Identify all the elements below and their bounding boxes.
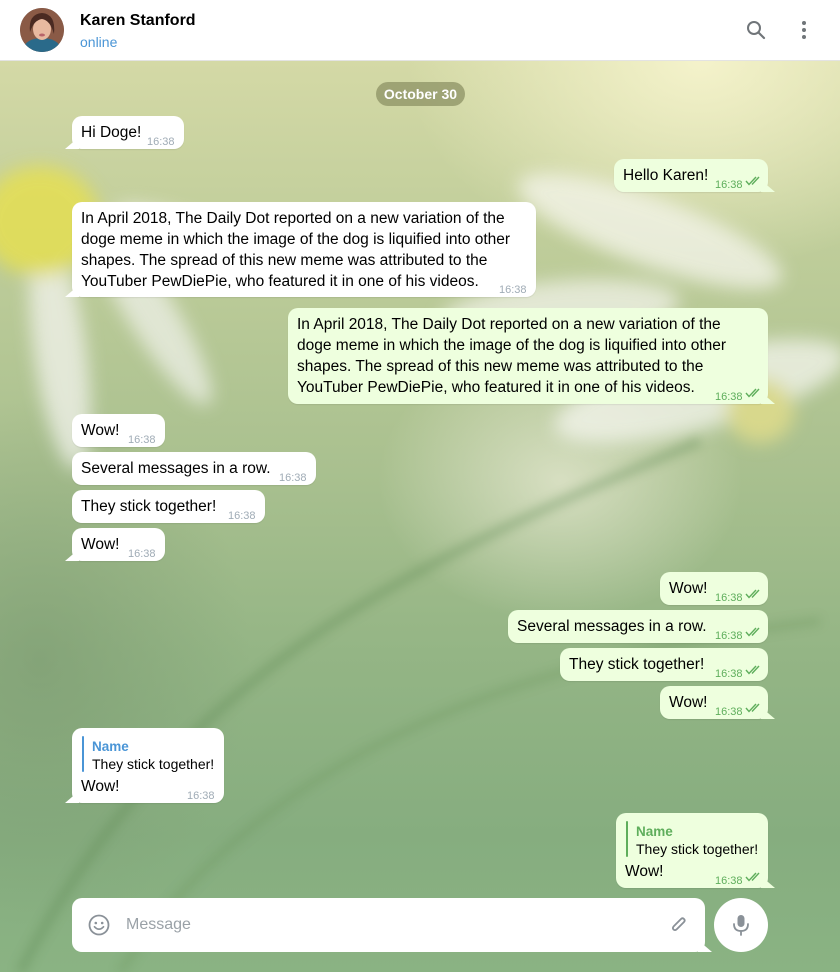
message-text: Several messages in a row. (517, 618, 707, 635)
message-time: 16:38 (128, 434, 156, 446)
message-text: Wow! (669, 580, 708, 597)
message-bubble-incoming[interactable]: Wow! 16:38 (72, 528, 165, 561)
chat-header: Karen Stanford online (0, 0, 840, 61)
reply-bar (626, 821, 628, 857)
message-bubble-incoming[interactable]: Hi Doge! 16:38 (72, 116, 184, 149)
double-check-icon (745, 388, 760, 398)
message-bubble-incoming[interactable]: Several messages in a row. 16:38 (72, 452, 316, 485)
chat-area[interactable]: October 30 Hi Doge! 16:38 Hello Karen! 1… (0, 61, 840, 972)
double-check-icon (745, 589, 760, 599)
message-text: Hi Doge! (81, 124, 142, 141)
message-bubble-incoming[interactable]: Wow! 16:38 (72, 414, 165, 447)
message-time: 16:38 (499, 284, 527, 296)
message-text: They stick together! (569, 656, 705, 673)
message-time: 16:38 (715, 630, 743, 642)
message-composer (72, 898, 705, 952)
message-bubble-outgoing[interactable]: In April 2018, The Daily Dot reported on… (288, 308, 768, 404)
message-text: Wow! (81, 536, 120, 553)
emoji-icon[interactable] (86, 912, 112, 938)
date-divider: October 30 (376, 82, 465, 106)
attach-icon[interactable] (666, 912, 692, 938)
message-bubble-outgoing-reply[interactable]: Name They stick together! Wow! 16:38 (616, 813, 768, 888)
message-bubble-outgoing[interactable]: Several messages in a row. 16:38 (508, 610, 768, 643)
message-time: 16:38 (147, 136, 175, 148)
message-input[interactable] (126, 910, 656, 940)
message-text: Hello Karen! (623, 167, 709, 184)
message-time: 16:38 (715, 668, 743, 680)
message-time: 16:38 (715, 592, 743, 604)
search-icon[interactable] (742, 16, 770, 44)
more-vertical-icon[interactable] (790, 16, 818, 44)
message-bubble-outgoing[interactable]: They stick together! 16:38 (560, 648, 768, 681)
message-time: 16:38 (715, 391, 743, 403)
message-text: Several messages in a row. (81, 460, 271, 477)
double-check-icon (745, 872, 760, 882)
reply-bar (82, 736, 84, 772)
microphone-icon[interactable] (714, 898, 768, 952)
message-text: In April 2018, The Daily Dot reported on… (297, 316, 727, 396)
message-text: Wow! (625, 863, 664, 880)
message-bubble-incoming-reply[interactable]: Name They stick together! Wow! 16:38 (72, 728, 224, 803)
contact-name[interactable]: Karen Stanford (80, 12, 196, 30)
message-text: Wow! (81, 778, 120, 795)
reply-quote[interactable]: They stick together! (92, 754, 214, 775)
message-bubble-outgoing[interactable]: Hello Karen! 16:38 (614, 159, 768, 192)
message-text: Wow! (81, 422, 120, 439)
message-text: In April 2018, The Daily Dot reported on… (81, 210, 511, 290)
message-time: 16:38 (187, 790, 215, 802)
double-check-icon (745, 665, 760, 675)
message-bubble-incoming[interactable]: In April 2018, The Daily Dot reported on… (72, 202, 536, 297)
message-time: 16:38 (715, 706, 743, 718)
message-bubble-outgoing[interactable]: Wow! 16:38 (660, 572, 768, 605)
message-bubble-outgoing[interactable]: Wow! 16:38 (660, 686, 768, 719)
avatar[interactable] (20, 8, 64, 52)
message-time: 16:38 (228, 510, 256, 522)
message-time: 16:38 (715, 875, 743, 887)
reply-quote[interactable]: They stick together! (636, 839, 758, 860)
contact-status: online (80, 34, 118, 50)
message-time: 16:38 (279, 472, 307, 484)
message-time: 16:38 (715, 179, 743, 191)
message-time: 16:38 (128, 548, 156, 560)
double-check-icon (745, 703, 760, 713)
message-text: They stick together! (81, 498, 217, 515)
message-bubble-incoming[interactable]: They stick together! 16:38 (72, 490, 265, 523)
double-check-icon (745, 176, 760, 186)
message-text: Wow! (669, 694, 708, 711)
double-check-icon (745, 627, 760, 637)
